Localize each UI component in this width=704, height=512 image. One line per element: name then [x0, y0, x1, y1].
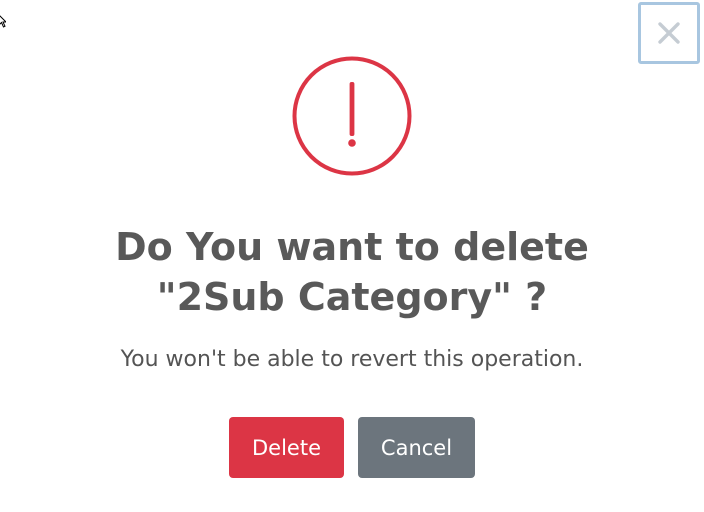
dialog-title-line-2: "2Sub Category" ? — [156, 275, 548, 319]
dialog-actions: Delete Cancel — [0, 417, 704, 478]
close-button[interactable] — [638, 2, 700, 64]
delete-button[interactable]: Delete — [229, 417, 344, 478]
close-icon — [658, 22, 680, 44]
dialog-title: Do You want to delete "2Sub Category" ? — [0, 222, 704, 322]
cancel-button[interactable]: Cancel — [358, 417, 475, 478]
mouse-cursor-icon — [0, 15, 6, 28]
warning-exclamation-icon — [292, 56, 412, 176]
dialog-message: You won't be able to revert this operati… — [120, 347, 584, 372]
delete-confirmation-dialog: Do You want to delete "2Sub Category" ? … — [0, 0, 704, 512]
dialog-title-line-1: Do You want to delete — [115, 225, 589, 269]
